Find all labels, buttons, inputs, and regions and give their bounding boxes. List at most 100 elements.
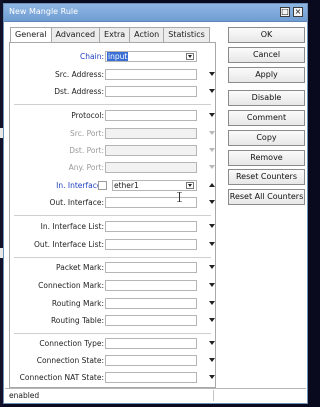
protocol-label: Protocol: (71, 111, 104, 120)
any-port-row: Any. Port: (10, 162, 215, 174)
tab-advanced[interactable]: Advanced (50, 27, 101, 42)
dst-address-label: Dst. Address: (54, 87, 104, 96)
mouse-cursor-icon (177, 192, 182, 202)
tab-bar: General Advanced Extra Action Statistics (10, 27, 210, 43)
expand-icon[interactable] (209, 358, 215, 362)
routing-table-field[interactable] (105, 315, 197, 326)
dropdown-icon[interactable] (186, 182, 194, 189)
divider (14, 215, 211, 216)
protocol-field[interactable] (105, 110, 197, 121)
status-text: enabled (9, 391, 40, 400)
out-interface-row: Out. Interface: (10, 197, 215, 209)
routing-table-row: Routing Table: (10, 315, 215, 327)
connection-type-field[interactable] (105, 338, 197, 349)
divider (14, 104, 211, 105)
copy-button[interactable]: Copy (228, 130, 305, 146)
apply-button[interactable]: Apply (228, 67, 305, 83)
expand-icon (209, 165, 215, 169)
dst-port-label: Dst. Port: (69, 146, 104, 155)
connection-type-label: Connection Type: (39, 339, 104, 348)
connection-type-row: Connection Type: (10, 338, 215, 350)
src-address-field[interactable] (105, 69, 197, 80)
in-interface-row: In. Interface: ether1 (10, 180, 215, 192)
connection-mark-field[interactable] (105, 280, 197, 291)
routing-table-label: Routing Table: (50, 316, 104, 325)
expand-icon[interactable] (209, 113, 215, 117)
protocol-row: Protocol: (10, 110, 215, 122)
connection-state-row: Connection State: (10, 355, 215, 367)
routing-mark-field[interactable] (105, 298, 197, 309)
status-divider (213, 390, 214, 401)
divider (14, 257, 211, 258)
collapse-icon[interactable] (209, 183, 215, 187)
tab-action[interactable]: Action (129, 27, 165, 42)
chain-select[interactable]: input (105, 51, 197, 62)
in-interface-list-field[interactable] (105, 221, 197, 232)
dst-port-field (105, 145, 197, 156)
src-port-row: Src. Port: (10, 128, 215, 140)
tab-statistics[interactable]: Statistics (163, 27, 210, 42)
cancel-button[interactable]: Cancel (228, 47, 305, 63)
ok-button[interactable]: OK (228, 27, 305, 43)
expand-icon (209, 131, 215, 135)
src-address-label: Src. Address: (55, 70, 104, 79)
out-interface-list-row: Out. Interface List: (10, 239, 215, 251)
window-title: New Mangle Rule (9, 7, 79, 16)
connection-nat-state-field[interactable] (105, 372, 197, 383)
comment-button[interactable]: Comment (228, 110, 305, 126)
expand-icon[interactable] (209, 200, 215, 204)
status-bar: enabled (5, 388, 306, 402)
expand-icon[interactable] (209, 72, 215, 76)
close-icon[interactable]: × (293, 7, 303, 17)
disable-button[interactable]: Disable (228, 90, 305, 106)
packet-mark-row: Packet Mark: (10, 262, 215, 274)
chain-label: Chain: (80, 52, 104, 61)
expand-icon[interactable] (209, 341, 215, 345)
src-port-field (105, 128, 197, 139)
dst-address-field[interactable] (105, 86, 197, 97)
maximize-icon[interactable]: □ (280, 7, 290, 17)
chain-value: input (107, 52, 129, 61)
packet-mark-field[interactable] (105, 262, 197, 273)
mangle-rule-window: New Mangle Rule □ × General Advanced Ext… (3, 3, 308, 404)
expand-icon[interactable] (209, 265, 215, 269)
out-interface-list-label: Out. Interface List: (34, 240, 104, 249)
any-port-field (105, 162, 197, 173)
connection-nat-state-label: Connection NAT State: (19, 373, 104, 382)
expand-icon[interactable] (209, 375, 215, 379)
expand-icon[interactable] (209, 301, 215, 305)
routing-mark-label: Routing Mark: (51, 299, 104, 308)
src-port-label: Src. Port: (70, 129, 104, 138)
title-bar[interactable]: New Mangle Rule □ × (4, 4, 307, 22)
expand-icon[interactable] (209, 242, 215, 246)
packet-mark-label: Packet Mark: (56, 263, 104, 272)
out-interface-label: Out. Interface: (49, 198, 104, 207)
reset-all-counters-button[interactable]: Reset All Counters (228, 189, 305, 205)
out-interface-list-field[interactable] (105, 239, 197, 250)
connection-state-label: Connection State: (36, 356, 104, 365)
expand-icon (209, 148, 215, 152)
tab-extra[interactable]: Extra (99, 27, 131, 42)
dropdown-icon[interactable] (186, 53, 194, 60)
expand-icon[interactable] (209, 318, 215, 322)
expand-icon[interactable] (209, 224, 215, 228)
connection-state-field[interactable] (105, 355, 197, 366)
remove-button[interactable]: Remove (228, 150, 305, 166)
in-interface-list-row: In. Interface List: (10, 221, 215, 233)
connection-mark-row: Connection Mark: (10, 280, 215, 292)
in-interface-negate-checkbox[interactable] (98, 181, 107, 190)
expand-icon[interactable] (209, 283, 215, 287)
reset-counters-button[interactable]: Reset Counters (228, 169, 305, 185)
in-interface-value: ether1 (114, 181, 139, 190)
tab-general[interactable]: General (10, 27, 52, 43)
expand-icon[interactable] (209, 89, 215, 93)
in-interface-list-label: In. Interface List: (40, 222, 104, 231)
dst-address-row: Dst. Address: (10, 86, 215, 98)
divider (14, 333, 211, 334)
any-port-label: Any. Port: (68, 163, 104, 172)
general-panel: Chain: input Src. Address: Dst. Address:… (9, 42, 216, 388)
connection-mark-label: Connection Mark: (38, 281, 104, 290)
in-interface-select[interactable]: ether1 (112, 180, 197, 191)
dst-port-row: Dst. Port: (10, 145, 215, 157)
out-interface-field[interactable] (105, 197, 197, 208)
